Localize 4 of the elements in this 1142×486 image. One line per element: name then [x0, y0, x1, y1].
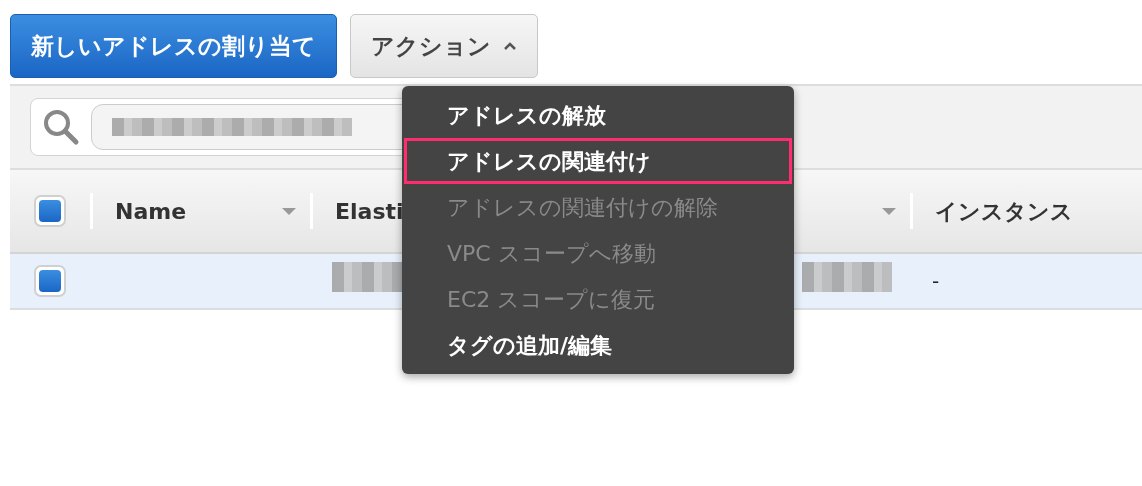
table-cell: - [932, 269, 940, 293]
menu-item: EC2 スコープに復元 [446, 285, 657, 314]
menu-item: VPC スコープへ移動 [446, 239, 657, 268]
menu-item: アドレスの関連付けの解除 [446, 193, 719, 222]
